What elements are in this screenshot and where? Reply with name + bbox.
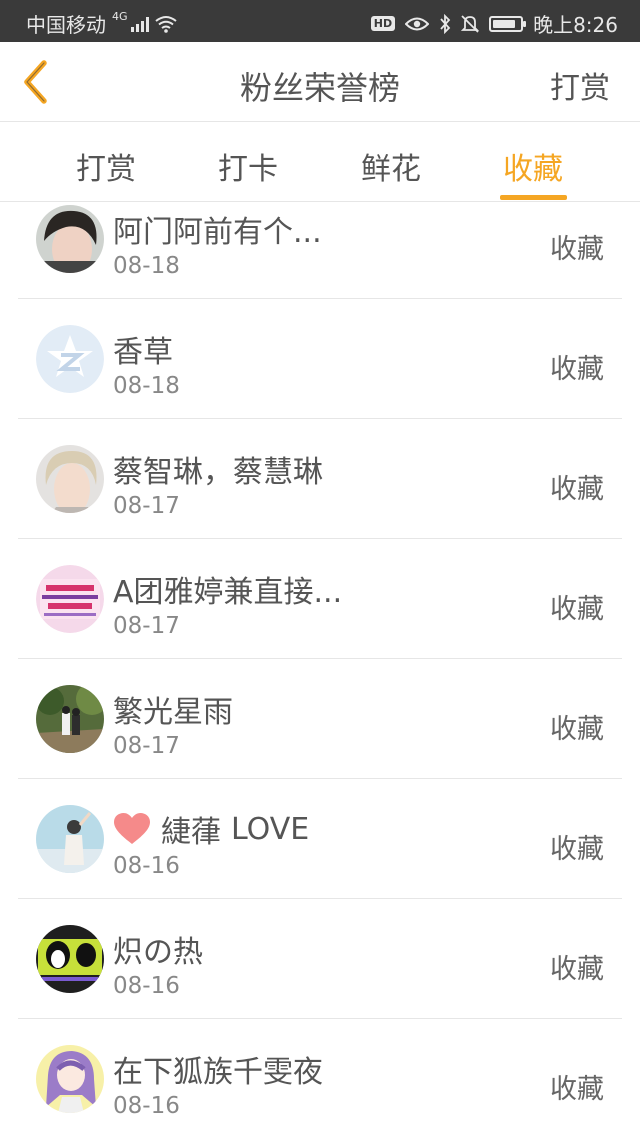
page-title: 粉丝荣誉榜 [239,69,400,107]
list-item-name: 在下狐族千雯夜 [113,1055,323,1090]
list-item-date: 08-18 [113,373,180,399]
favorite-button[interactable]: 收藏 [550,227,604,266]
favorite-button[interactable]: 收藏 [550,1067,604,1106]
list-item-date: 08-17 [113,613,180,639]
status-bar: 中国移动 4G HD 晚上8:26 [0,0,640,42]
list-item-name: 炽の热 [113,935,203,970]
list-item-name: A团雅婷兼直接... [113,575,343,610]
list-item-name: 香草 [113,335,173,370]
network-type: 4G [112,10,128,23]
eye-icon [405,17,430,30]
favorite-button[interactable]: 收藏 [550,827,604,866]
battery-icon [489,15,527,32]
mute-bell-icon [461,14,480,33]
name-suffix: LOVE [231,811,310,847]
fan-list: 阿门阿前有个... 08-18 收藏 香草 08-18 收藏 蔡智琳，蔡慧琳 0… [0,202,640,1138]
tab-favorites[interactable]: 收藏 [473,144,593,188]
avatar [36,805,104,873]
favorite-button[interactable]: 收藏 [550,347,604,386]
tab-bar: 打赏 打卡 鲜花 收藏 [0,122,640,202]
favorite-button[interactable]: 收藏 [550,707,604,746]
list-item-date: 08-18 [113,253,180,279]
list-item[interactable]: 蔡智琳，蔡慧琳 08-17 收藏 [0,419,640,539]
avatar [36,445,104,513]
tab-checkin[interactable]: 打卡 [188,144,308,188]
list-item[interactable]: 阿门阿前有个... 08-18 收藏 [0,202,640,299]
avatar [36,205,104,273]
avatar [36,325,104,393]
list-item-name: 繁光星雨 [113,695,233,730]
carrier-label: 中国移动 [26,13,106,37]
list-item-date: 08-16 [113,973,180,999]
avatar [36,565,104,633]
tab-flowers[interactable]: 鲜花 [331,144,451,188]
list-item[interactable]: A团雅婷兼直接... 08-17 收藏 [0,539,640,659]
favorite-button[interactable]: 收藏 [550,947,604,986]
favorite-button[interactable]: 收藏 [550,467,604,506]
heart-icon [114,813,150,844]
wifi-icon [154,15,177,33]
bluetooth-icon [440,13,451,34]
favorite-button[interactable]: 收藏 [550,587,604,626]
reward-button[interactable]: 打赏 [550,63,610,107]
list-item-date: 08-17 [113,733,180,759]
status-bar-right: HD 晚上8:26 [370,9,618,38]
signal-icon [130,16,149,32]
active-tab-indicator [500,195,567,200]
name-prefix: 緁葎 [161,815,221,850]
list-item-date: 08-16 [113,853,180,879]
tab-reward[interactable]: 打赏 [46,144,166,188]
list-item-name: 蔡智琳，蔡慧琳 [113,455,323,490]
list-item-date: 08-16 [113,1093,180,1119]
list-item[interactable]: 在下狐族千雯夜 08-16 收藏 [0,1019,640,1138]
list-item-name: 阿门阿前有个... [113,215,322,250]
list-item-name: 緁葎 LOVE [113,807,309,851]
list-item[interactable]: 緁葎 LOVE 08-16 收藏 [0,779,640,899]
list-item[interactable]: 香草 08-18 收藏 [0,299,640,419]
list-item[interactable]: 繁光星雨 08-17 收藏 [0,659,640,779]
hd-icon: HD [370,16,396,31]
list-item-date: 08-17 [113,493,180,519]
list-item[interactable]: 炽の热 08-16 收藏 [0,899,640,1019]
status-bar-left: 中国移动 4G [26,9,177,38]
clock: 晚上8:26 [533,13,618,37]
avatar [36,1045,104,1113]
avatar [36,925,104,993]
avatar [36,685,104,753]
nav-bar: 粉丝荣誉榜 打赏 [0,42,640,122]
